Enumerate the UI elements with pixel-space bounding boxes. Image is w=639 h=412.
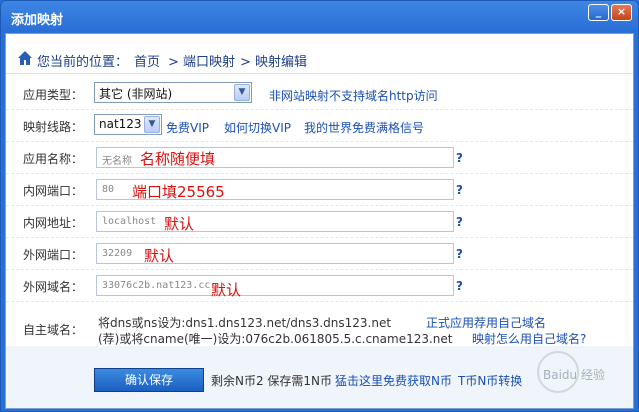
breadcrumb: 您当前的位置： 首页 > 端口映射 > 映射编辑 bbox=[6, 44, 633, 74]
lan-port-placeholder: 80 bbox=[102, 184, 115, 195]
lan-port-label: 内网端口： bbox=[23, 184, 84, 198]
route-label: 映射线路： bbox=[23, 120, 84, 134]
chevron-down-icon: ▼ bbox=[144, 116, 160, 133]
wan-domain-help[interactable]: ? bbox=[456, 279, 463, 293]
row-custom-domain: 自主域名： 将dns或ns设为:dns1.dns123.net/dns3.dns… bbox=[6, 302, 633, 346]
lan-address-hint: 默认 bbox=[164, 215, 195, 233]
row-wan-domain: 外网域名： 33076c2b.nat123.cc 默认 ? bbox=[6, 270, 633, 302]
lan-address-input[interactable]: localhost bbox=[96, 211, 454, 232]
wan-port-placeholder: 32209 bbox=[102, 248, 133, 259]
breadcrumb-prefix: 您当前的位置： bbox=[37, 55, 129, 70]
free-vip-link[interactable]: 免费VIP bbox=[166, 119, 209, 136]
wan-domain-hint: 默认 bbox=[211, 281, 242, 299]
title-bar[interactable]: 添加映射 _ × bbox=[1, 1, 638, 33]
breadcrumb-port-mapping[interactable]: > 端口映射 bbox=[168, 51, 235, 70]
app-type-select[interactable]: 其它 (非网站) ▼ bbox=[94, 82, 252, 103]
watermark-text: Baidu 经验 bbox=[543, 368, 605, 382]
wan-domain-placeholder: 33076c2b.nat123.cc bbox=[102, 280, 211, 291]
lan-address-help[interactable]: ? bbox=[456, 215, 463, 229]
row-wan-port: 外网端口： 32209 默认 ? bbox=[6, 238, 633, 270]
breadcrumb-mapping-edit[interactable]: > 映射编辑 bbox=[240, 51, 307, 70]
own-domain-recommend-link[interactable]: 正式应用荐用自己域名 bbox=[426, 314, 546, 331]
app-type-note[interactable]: 非网站映射不支持域名http访问 bbox=[269, 87, 438, 104]
balance-text: 剩余N币2 保存需1N币 bbox=[211, 374, 333, 388]
app-name-help[interactable]: ? bbox=[456, 151, 463, 165]
app-type-label: 应用类型： bbox=[23, 88, 84, 102]
app-name-label: 应用名称： bbox=[23, 152, 84, 166]
minecraft-signal-link[interactable]: 我的世界免费满格信号 bbox=[304, 119, 424, 136]
lan-address-label: 内网地址： bbox=[23, 216, 84, 230]
row-lan-port: 内网端口： 80 端口填25565 ? bbox=[6, 174, 633, 206]
wan-port-help[interactable]: ? bbox=[456, 247, 463, 261]
free-ncoin-link[interactable]: 猛击这里免费获取N币 bbox=[335, 372, 452, 389]
row-lan-address: 内网地址： localhost 默认 ? bbox=[6, 206, 633, 238]
confirm-save-button[interactable]: 确认保存 bbox=[94, 368, 204, 392]
app-name-placeholder: 无名称 bbox=[102, 156, 132, 167]
route-value: nat123 bbox=[99, 117, 142, 131]
app-type-value: 其它 (非网站) bbox=[99, 87, 173, 101]
cname-instruction: (荐)或将cname(唯一)设为:076c2b.061805.5.c.cname… bbox=[98, 332, 453, 346]
home-icon bbox=[18, 51, 32, 65]
route-select[interactable]: nat123 ▼ bbox=[94, 114, 162, 135]
app-name-hint: 名称随便填 bbox=[140, 150, 216, 168]
minimize-button[interactable]: _ bbox=[588, 4, 609, 21]
wan-port-label: 外网端口： bbox=[23, 248, 84, 262]
wan-domain-input[interactable]: 33076c2b.nat123.cc bbox=[96, 275, 454, 296]
wan-port-hint: 默认 bbox=[144, 247, 175, 265]
chevron-down-icon: ▼ bbox=[234, 84, 250, 101]
custom-domain-label: 自主域名： bbox=[23, 323, 84, 337]
window-title: 添加映射 bbox=[11, 13, 64, 28]
switch-vip-link[interactable]: 如何切换VIP bbox=[224, 119, 291, 136]
row-app-name: 应用名称： 无名称 名称随便填 ? bbox=[6, 142, 633, 174]
row-route: 映射线路： nat123 ▼ 免费VIP 如何切换VIP 我的世界免费满格信号 bbox=[6, 110, 633, 142]
lan-address-placeholder: localhost bbox=[102, 216, 157, 227]
lan-port-help[interactable]: ? bbox=[456, 183, 463, 197]
breadcrumb-home[interactable]: 首页 bbox=[134, 51, 160, 70]
own-domain-howto-link[interactable]: 映射怎么用自己域名? bbox=[472, 330, 586, 347]
wan-domain-label: 外网域名： bbox=[23, 280, 84, 294]
close-button[interactable]: × bbox=[611, 4, 632, 21]
dns-instruction: 将dns或ns设为:dns1.dns123.net/dns3.dns123.ne… bbox=[98, 316, 392, 330]
lan-port-hint: 端口填25565 bbox=[132, 183, 225, 201]
coin-convert-link[interactable]: T币N币转换 bbox=[458, 372, 522, 389]
row-app-type: 应用类型： 其它 (非网站) ▼ 非网站映射不支持域名http访问 bbox=[6, 78, 633, 110]
dialog-content: 您当前的位置： 首页 > 端口映射 > 映射编辑 应用类型： 其它 (非网站) … bbox=[5, 33, 634, 409]
dialog-window: 添加映射 _ × 您当前的位置： 首页 > 端口映射 > 映射编辑 应用类型： … bbox=[0, 0, 639, 412]
